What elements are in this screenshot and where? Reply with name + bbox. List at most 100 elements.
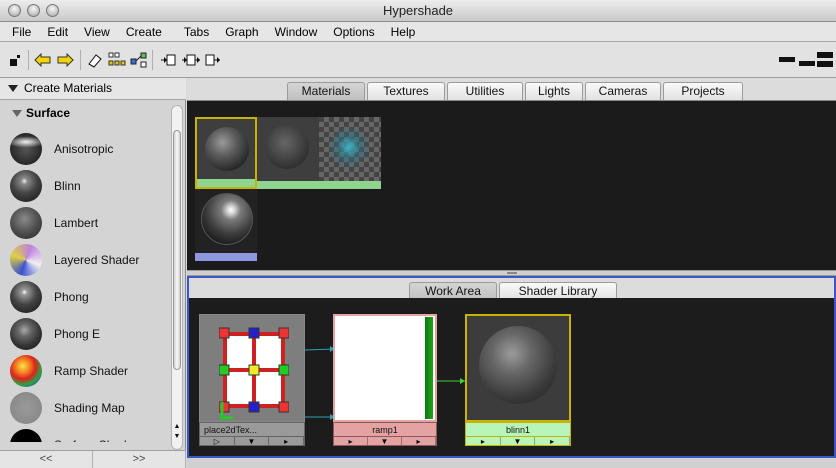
tab-lights[interactable]: Lights <box>525 82 583 101</box>
node-ports: ▷ ▼ ▸ <box>199 436 305 446</box>
port-input[interactable]: ▸ <box>466 437 501 446</box>
menu-graph[interactable]: Graph <box>217 22 266 41</box>
material-item-label: Surface Shader <box>54 438 137 443</box>
top-tab-bar: Materials Textures Utilities Lights Came… <box>187 78 836 101</box>
material-item-label: Layered Shader <box>54 252 140 267</box>
eraser-icon[interactable] <box>86 51 104 69</box>
scroll-down-arrow[interactable]: ▼ <box>171 432 183 442</box>
create-materials-dropdown[interactable]: Create Materials <box>0 78 186 100</box>
bottom-tab-bar: Work Area Shader Library <box>187 276 836 301</box>
surface-section-label: Surface <box>26 106 71 120</box>
create-materials-label: Create Materials <box>24 81 113 95</box>
node-ports: ▸ ▼ ▸ <box>465 436 571 446</box>
material-item-surface[interactable]: Surface Shader <box>0 426 170 442</box>
scroll-up-arrow[interactable]: ▲ <box>171 422 183 432</box>
materials-area <box>187 100 836 270</box>
port-input[interactable]: ▸ <box>334 437 368 446</box>
blinn-material-icon <box>10 169 42 202</box>
menu-create[interactable]: Create <box>118 22 170 41</box>
material-item-label: Blinn <box>54 178 81 193</box>
menu-edit[interactable]: Edit <box>39 22 76 41</box>
graph-network-icon[interactable] <box>130 51 148 69</box>
material-item-label: Ramp Shader <box>54 363 129 378</box>
material-item-label: Shading Map <box>54 400 125 415</box>
material-item-phonge[interactable]: Phong E <box>0 315 170 352</box>
triangle-down-icon <box>8 85 18 93</box>
port-output[interactable]: ▸ <box>269 437 305 446</box>
material-item-label: Phong <box>54 289 89 304</box>
lambert-material-icon <box>10 206 42 239</box>
layout-split-icon[interactable] <box>798 51 816 69</box>
material-item-label: Anisotropic <box>54 141 114 156</box>
tab-utilities[interactable]: Utilities <box>447 82 523 101</box>
phonge-material-icon <box>10 317 42 350</box>
node-place2d[interactable]: place2dTex... ▷ ▼ ▸ <box>199 314 305 448</box>
next-button[interactable]: >> <box>93 451 186 468</box>
vertical-scrollbar[interactable] <box>171 105 183 450</box>
node-label: place2dTex... <box>199 422 305 437</box>
material-swatch-selected[interactable] <box>195 117 257 189</box>
port-output[interactable]: ▸ <box>402 437 436 446</box>
phong-material-icon <box>10 280 42 313</box>
node-label: ramp1 <box>333 422 437 437</box>
shadingmap-material-icon <box>10 391 42 424</box>
menu-tabs[interactable]: Tabs <box>176 22 217 41</box>
menu-view[interactable]: View <box>76 22 118 41</box>
layout-single-icon[interactable] <box>778 51 796 69</box>
menu-file[interactable]: File <box>4 22 39 41</box>
input-output-connections-icon[interactable] <box>182 51 200 69</box>
material-item-label: Lambert <box>54 215 99 230</box>
material-swatch[interactable] <box>319 117 381 189</box>
port-attributes[interactable]: ▼ <box>368 437 402 446</box>
back-arrow-icon[interactable] <box>34 51 52 69</box>
material-item-ramp[interactable]: Ramp Shader <box>0 352 170 389</box>
menu-options[interactable]: Options <box>325 22 382 41</box>
output-connections-icon[interactable] <box>204 51 222 69</box>
material-list: Anisotropic Blinn Lambert Layered Shader Pho… <box>0 130 170 442</box>
toolbar <box>0 42 836 78</box>
blinn-preview-ball <box>479 326 557 404</box>
port-output[interactable]: ▸ <box>535 437 571 446</box>
forward-arrow-icon[interactable] <box>56 51 74 69</box>
graph-grid-icon[interactable] <box>108 51 126 69</box>
tab-textures[interactable]: Textures <box>367 82 445 101</box>
layout-double-icon[interactable] <box>816 51 834 69</box>
menu-help[interactable]: Help <box>383 22 424 41</box>
material-item-shadingmap[interactable]: Shading Map <box>0 389 170 426</box>
place2d-texture-icon <box>219 327 289 420</box>
material-item-phong[interactable]: Phong <box>0 278 170 315</box>
triangle-down-icon <box>12 110 22 118</box>
tab-cameras[interactable]: Cameras <box>585 82 661 101</box>
material-item-lambert[interactable]: Lambert <box>0 204 170 241</box>
window-title: Hypershade <box>382 3 454 18</box>
tab-projects[interactable]: Projects <box>663 82 743 101</box>
port-input[interactable]: ▷ <box>200 437 235 446</box>
scroll-thumb[interactable] <box>173 130 181 370</box>
light-swatch[interactable] <box>195 189 257 261</box>
nav-bar: << >> <box>0 450 186 468</box>
bottom-strip <box>187 458 836 468</box>
material-item-blinn[interactable]: Blinn <box>0 167 170 204</box>
material-swatch[interactable] <box>257 117 319 189</box>
surface-section-toggle[interactable]: Surface <box>0 105 170 125</box>
material-item-layered[interactable]: Layered Shader <box>0 241 170 278</box>
tab-materials[interactable]: Materials <box>287 82 365 101</box>
menu-window[interactable]: Window <box>267 22 326 41</box>
material-item-anisotropic[interactable]: Anisotropic <box>0 130 170 167</box>
node-ports: ▸ ▼ ▸ <box>333 436 437 446</box>
show-top-tabs-icon[interactable] <box>6 51 24 69</box>
create-panel: Create Materials Surface Anisotropic Blin… <box>0 78 186 468</box>
port-attributes[interactable]: ▼ <box>235 437 270 446</box>
port-attributes[interactable]: ▼ <box>501 437 536 446</box>
node-label: blinn1 <box>465 422 571 437</box>
anisotropic-material-icon <box>10 132 42 165</box>
prev-button[interactable]: << <box>0 451 93 468</box>
title-bar: Hypershade <box>0 0 836 22</box>
layered-material-icon <box>10 243 42 276</box>
node-blinn[interactable]: blinn1 ▸ ▼ ▸ <box>465 314 571 448</box>
material-item-label: Phong E <box>54 326 101 341</box>
ramp-material-icon <box>10 354 42 387</box>
node-ramp[interactable]: ramp1 ▸ ▼ ▸ <box>333 314 437 448</box>
input-connections-icon[interactable] <box>160 51 178 69</box>
work-area: place2dTex... ▷ ▼ ▸ ramp1 ▸ ▼ ▸ blinn1 ▸ ▼ ▸ <box>187 298 836 458</box>
